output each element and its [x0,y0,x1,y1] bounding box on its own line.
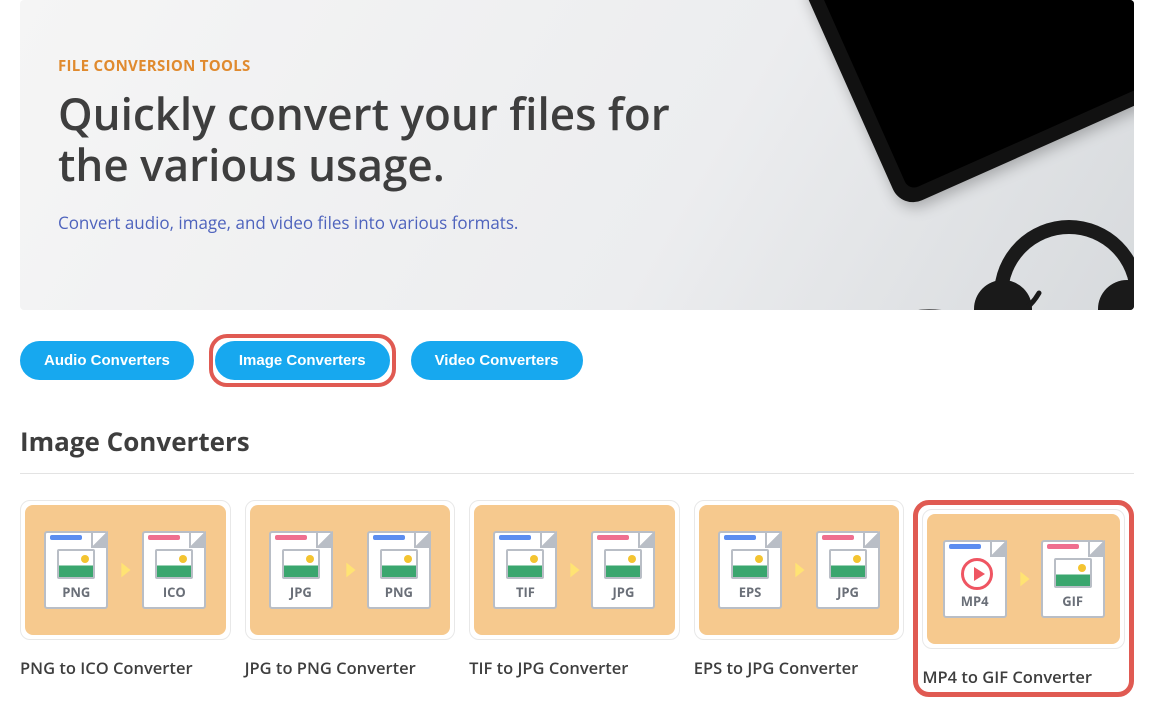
target-file-icon: PNG [367,531,431,609]
converter-card-button[interactable]: JPG PNG [245,500,456,640]
source-file-icon: PNG [44,531,108,609]
image-thumb-icon [57,549,95,579]
tab-image-converters[interactable]: Image Converters [215,341,390,380]
converter-card-label: TIF to JPG Converter [469,656,680,679]
source-file-ext: JPG [271,583,331,601]
converter-card-button[interactable]: EPS JPG [694,500,905,640]
target-file-ext: ICO [144,583,204,601]
source-file-ext: TIF [495,583,555,601]
source-file-icon: MP4 [943,540,1007,618]
source-file-icon: EPS [718,531,782,609]
image-thumb-icon [829,549,867,579]
arrow-right-icon [788,559,810,581]
converter-card-label: PNG to ICO Converter [20,656,231,679]
highlight-box: Image Converters [209,334,396,387]
image-thumb-icon [380,549,418,579]
converter-card-canvas: TIF JPG [474,505,675,635]
converter-card-canvas: EPS JPG [699,505,900,635]
image-thumb-icon [282,549,320,579]
image-thumb-icon [506,549,544,579]
hero-eyebrow: FILE CONVERSION TOOLS [58,56,734,76]
converter-card-button[interactable]: MP4 GIF [922,509,1125,649]
converter-card-button[interactable]: TIF JPG [469,500,680,640]
converter-card-label: MP4 to GIF Converter [922,665,1125,688]
source-file-icon: TIF [493,531,557,609]
headphones-graphic [974,185,1134,310]
converter-card: JPG PNG JPG to PNG Converter [245,500,456,697]
image-thumb-icon [604,549,642,579]
target-file-icon: GIF [1041,540,1105,618]
tablet-graphic [798,0,1134,209]
hero-banner: FILE CONVERSION TOOLS Quickly convert yo… [20,0,1134,310]
converter-card-canvas: JPG PNG [250,505,451,635]
source-file-ext: EPS [720,583,780,601]
converter-card: PNG ICO PNG to ICO Converter [20,500,231,697]
section-title: Image Converters [20,423,1134,459]
image-thumb-icon [731,549,769,579]
converter-card: TIF JPG TIF to JPG Converter [469,500,680,697]
hero-text: FILE CONVERSION TOOLS Quickly convert yo… [58,56,734,234]
converter-card-label: EPS to JPG Converter [694,656,905,679]
target-file-icon: JPG [816,531,880,609]
converter-card: MP4 GIF MP4 to GIF Converter [913,500,1134,697]
converter-card-canvas: PNG ICO [25,505,226,635]
hero-headline: Quickly convert your files for the vario… [58,88,734,189]
source-file-icon: JPG [269,531,333,609]
section-divider [20,473,1134,474]
target-file-ext: PNG [369,583,429,601]
play-icon [961,558,993,590]
tab-video-converters[interactable]: Video Converters [411,341,583,380]
arrow-right-icon [114,559,136,581]
target-file-ext: JPG [818,583,878,601]
converter-card-canvas: MP4 GIF [927,514,1120,644]
image-thumb-icon [155,549,193,579]
arrow-right-icon [1013,568,1035,590]
arrow-right-icon [563,559,585,581]
hero-subline: Convert audio, image, and video files in… [58,211,734,234]
arrow-right-icon [339,559,361,581]
converter-card: EPS JPG EPS to JPG Converter [694,500,905,697]
source-file-ext: MP4 [945,592,1005,610]
target-file-ext: GIF [1043,592,1103,610]
converter-card-label: JPG to PNG Converter [245,656,456,679]
target-file-ext: JPG [593,583,653,601]
source-file-ext: PNG [46,583,106,601]
target-file-icon: JPG [591,531,655,609]
converter-card-grid: PNG ICO PNG to ICO Converter JPG PNG JPG to P… [20,500,1134,697]
image-thumb-icon [1054,558,1092,588]
converter-tabs: Audio Converters Image Converters Video Co… [20,334,1134,387]
converter-card-button[interactable]: PNG ICO [20,500,231,640]
target-file-icon: ICO [142,531,206,609]
tab-audio-converters[interactable]: Audio Converters [20,341,194,380]
